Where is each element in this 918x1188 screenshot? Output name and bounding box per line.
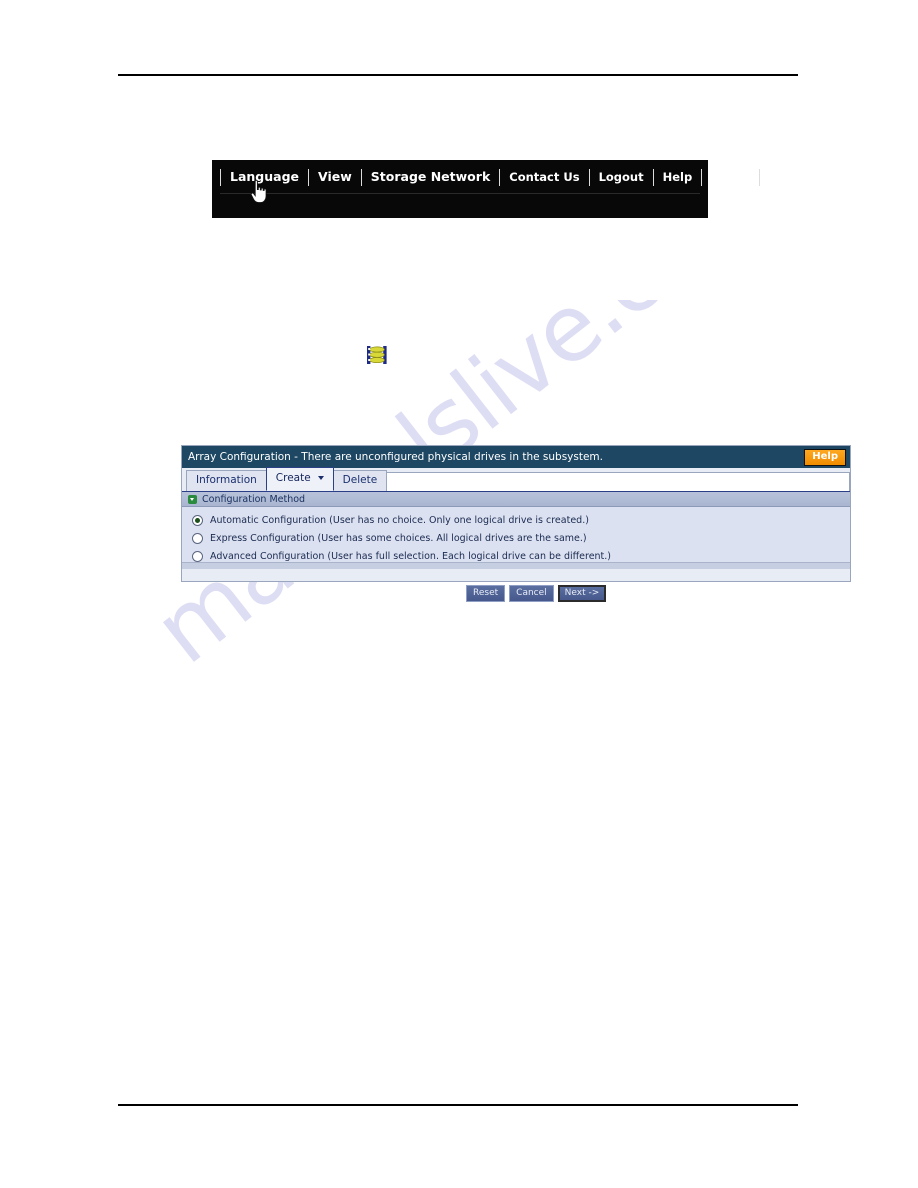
nav-item-contact-us[interactable]: Contact Us [500, 162, 588, 192]
reset-button[interactable]: Reset [466, 585, 506, 602]
panel-title-bar: Array Configuration - There are unconfig… [182, 446, 850, 468]
option-row-automatic[interactable]: Automatic Configuration (User has no cho… [192, 512, 850, 528]
nav-divider-line [220, 193, 700, 194]
configuration-method-options: Automatic Configuration (User has no cho… [182, 507, 850, 562]
option-label-advanced: Advanced Configuration (User has full se… [210, 550, 612, 562]
configuration-method-section-header[interactable]: Configuration Method [182, 492, 850, 507]
page-watermark: manualslive.com [95, 300, 855, 920]
pointing-hand-cursor [250, 179, 268, 204]
nav-separator [758, 168, 760, 186]
radio-advanced-configuration[interactable] [192, 550, 203, 562]
option-row-express[interactable]: Express Configuration (User has some cho… [192, 530, 850, 546]
tab-information[interactable]: Information [186, 470, 267, 491]
nav-item-view[interactable]: View [309, 162, 361, 192]
tab-create-label: Create [275, 472, 311, 484]
cancel-button[interactable]: Cancel [509, 585, 554, 602]
page-title: Array Configuration - There are unconfig… [188, 451, 603, 463]
radio-express-configuration[interactable] [192, 532, 203, 544]
configuration-method-label: Configuration Method [202, 493, 306, 505]
collapse-triangle-icon[interactable] [188, 494, 197, 504]
array-configuration-panel: Array Configuration - There are unconfig… [181, 445, 851, 582]
nav-item-storage-network[interactable]: Storage Network [362, 162, 499, 192]
tab-information-label: Information [196, 474, 257, 486]
panel-footer-strip [182, 562, 850, 569]
nav-item-about[interactable]: About [702, 162, 759, 192]
tabstrip-filler [387, 472, 850, 491]
next-button[interactable]: Next -> [557, 585, 607, 602]
help-button[interactable]: Help [804, 448, 846, 466]
option-label-automatic: Automatic Configuration (User has no cho… [210, 514, 589, 526]
tab-delete[interactable]: Delete [332, 470, 388, 491]
chevron-down-icon [317, 476, 324, 480]
panel-tabstrip: Information Create Delete [182, 467, 850, 492]
option-label-express: Express Configuration (User has some cho… [210, 532, 587, 544]
nav-item-logout[interactable]: Logout [590, 162, 653, 192]
radio-automatic-configuration[interactable] [192, 514, 203, 526]
top-navigation-bar: Language View Storage Network Contact Us… [212, 160, 760, 218]
nav-items-row: Language View Storage Network Contact Us… [212, 160, 760, 192]
page-footer-rule [118, 1104, 798, 1106]
panel-action-buttons: Reset Cancel Next -> [466, 585, 607, 602]
tab-create[interactable]: Create [265, 467, 334, 491]
page-header-rule [118, 74, 798, 76]
stacked-disks-icon [364, 343, 390, 369]
nav-item-help[interactable]: Help [654, 162, 702, 192]
tab-delete-label: Delete [342, 474, 378, 486]
